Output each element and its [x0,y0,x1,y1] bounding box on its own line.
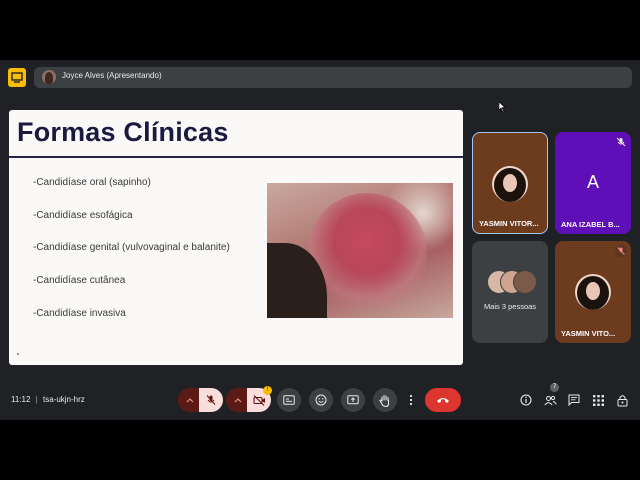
emoji-button[interactable] [309,388,333,412]
mic-off-icon [615,245,627,257]
avatar: A [586,172,599,192]
presenter-name: Joyce Alves (Apresentando) [62,71,162,80]
people-count-badge: 7 [550,383,559,392]
mic-off-icon [616,137,626,147]
slide-title: Formas Clínicas [17,117,229,147]
presenter-pill[interactable]: Joyce Alves (Apresentando) [34,67,632,88]
presentation-icon [8,68,26,87]
host-controls-button[interactable] [615,393,629,407]
participant-tile[interactable]: A ANA IZABEL B... [555,132,631,234]
bullet-item: -Candidíase invasiva [33,308,126,319]
info-icon [520,394,532,406]
camera-toggle-button[interactable]: ! [247,386,272,412]
apps-grid-icon [592,394,604,406]
presentation-bar: Joyce Alves (Apresentando) [0,60,640,96]
participant-name: ANA IZABEL B... [561,220,620,229]
present-button[interactable] [341,388,365,412]
bullet-item: -Candidíase esofágica [33,210,133,221]
chevron-up-icon [186,398,194,403]
raise-hand-icon [379,394,390,407]
people-icon [543,395,557,405]
mic-off-icon [206,395,216,405]
activities-button[interactable] [591,393,605,407]
avatar [513,270,537,294]
chevron-up-icon [234,398,242,403]
meeting-code: tsa-ukjn-hrz [42,395,85,404]
more-options-button[interactable] [403,388,419,412]
title-divider [9,156,463,158]
emoji-icon [315,394,327,406]
mic-toggle-button[interactable] [199,388,223,412]
participant-name: YASMIN VITOR... [479,219,539,228]
meet-window: Joyce Alves (Apresentando) Formas Clínic… [0,60,640,420]
more-participants-tile[interactable]: Mais 3 pessoas [472,241,548,343]
participant-name: YASMIN VITO... [561,329,616,338]
presentation-slide: Formas Clínicas -Candidíase oral (sapinh… [9,110,463,365]
bullet-item: -Candidíase cutânea [33,275,126,286]
meeting-info: 11:12 | tsa-ukjn-hrz [11,395,85,404]
avatar [575,274,611,310]
raise-hand-button[interactable] [373,388,397,412]
end-call-icon [437,398,449,403]
clinical-photo [267,183,453,318]
more-vert-icon [409,394,413,406]
present-screen-icon [347,394,359,404]
chat-icon [568,394,580,406]
participant-tile[interactable]: YASMIN VITO... [555,241,631,343]
camera-warning-badge: ! [263,386,272,395]
chat-button[interactable] [567,393,581,407]
bullet-item: -Candidíase oral (sapinho) [33,177,151,188]
leave-call-button[interactable] [425,388,461,412]
captions-icon [283,395,295,405]
mouse-cursor-icon [499,102,506,112]
avatar [492,166,528,202]
captions-button[interactable] [277,388,301,412]
lock-person-icon [617,394,627,406]
meeting-details-button[interactable] [519,393,533,407]
participant-tile[interactable]: YASMIN VITOR... [472,132,548,234]
more-participants-label: Mais 3 pessoas [483,302,537,311]
clock: 11:12 [11,395,31,404]
bullet-item: -Candidíase genital (vulvovaginal e bala… [33,242,230,253]
people-button[interactable]: 7 [543,383,559,407]
avatar-group [487,270,537,294]
camera-off-icon [252,394,265,406]
presenter-avatar [42,70,56,84]
